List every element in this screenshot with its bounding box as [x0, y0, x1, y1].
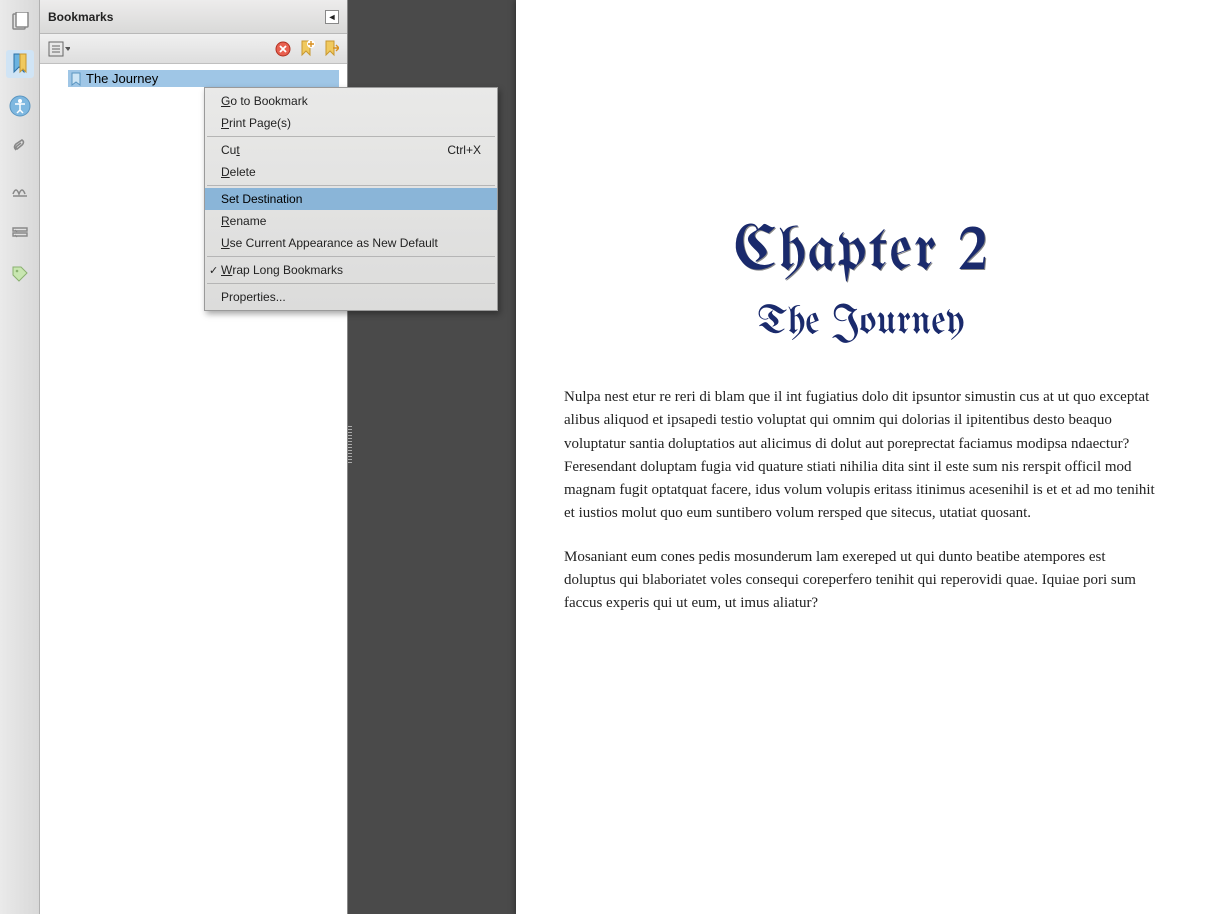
menu-shortcut: Ctrl+X — [447, 143, 481, 157]
panel-header: Bookmarks ◄ — [40, 0, 347, 34]
body-paragraph: Nulpa nest etur re reri di blam que il i… — [564, 386, 1158, 526]
signatures-icon[interactable] — [6, 176, 34, 204]
collapse-panel-button[interactable]: ◄ — [325, 10, 339, 24]
options-dropdown-icon[interactable] — [48, 41, 70, 57]
chapter-title: Chapter 2 — [564, 220, 1158, 285]
attachments-icon[interactable] — [6, 134, 34, 162]
menu-print-pages[interactable]: Print Page(s) — [205, 112, 497, 134]
menu-separator — [207, 283, 495, 284]
panel-toolbar — [40, 34, 347, 64]
menu-wrap-long-bookmarks[interactable]: ✓ Wrap Long Bookmarks — [205, 259, 497, 281]
tags-icon[interactable] — [6, 260, 34, 288]
panel-title: Bookmarks — [48, 10, 113, 24]
check-icon: ✓ — [209, 264, 218, 277]
delete-bookmark-icon[interactable] — [275, 41, 291, 57]
menu-separator — [207, 256, 495, 257]
new-bookmark-from-structure-icon[interactable] — [323, 40, 339, 58]
bookmarks-icon[interactable] — [6, 50, 34, 78]
menu-cut[interactable]: Cut Ctrl+X — [205, 139, 497, 161]
chapter-subtitle: The Journey — [564, 303, 1158, 344]
bookmark-context-menu: GGo to Bookmarko to Bookmark Print Page(… — [204, 87, 498, 311]
panel-resize-handle[interactable] — [348, 426, 352, 464]
menu-go-to-bookmark[interactable]: GGo to Bookmarko to Bookmark — [205, 90, 497, 112]
layers-icon[interactable] — [6, 218, 34, 246]
accessibility-icon[interactable] — [6, 92, 34, 120]
menu-separator — [207, 185, 495, 186]
bookmark-glyph-icon — [70, 72, 82, 86]
bookmark-label: The Journey — [86, 71, 158, 86]
menu-delete[interactable]: Delete — [205, 161, 497, 183]
menu-use-appearance[interactable]: Use Current Appearance as New Default — [205, 232, 497, 254]
body-paragraph: Mosaniant eum cones pedis mosunderum lam… — [564, 546, 1158, 616]
menu-set-destination[interactable]: Set Destination — [205, 188, 497, 210]
nav-icon-strip — [0, 0, 40, 914]
document-page: Chapter 2 The Journey Nulpa nest etur re… — [516, 0, 1205, 914]
menu-properties[interactable]: Properties... — [205, 286, 497, 308]
bookmark-item[interactable]: The Journey — [68, 70, 339, 87]
page-thumbnails-icon[interactable] — [6, 8, 34, 36]
menu-rename[interactable]: Rename — [205, 210, 497, 232]
new-bookmark-icon[interactable] — [299, 40, 315, 58]
menu-separator — [207, 136, 495, 137]
